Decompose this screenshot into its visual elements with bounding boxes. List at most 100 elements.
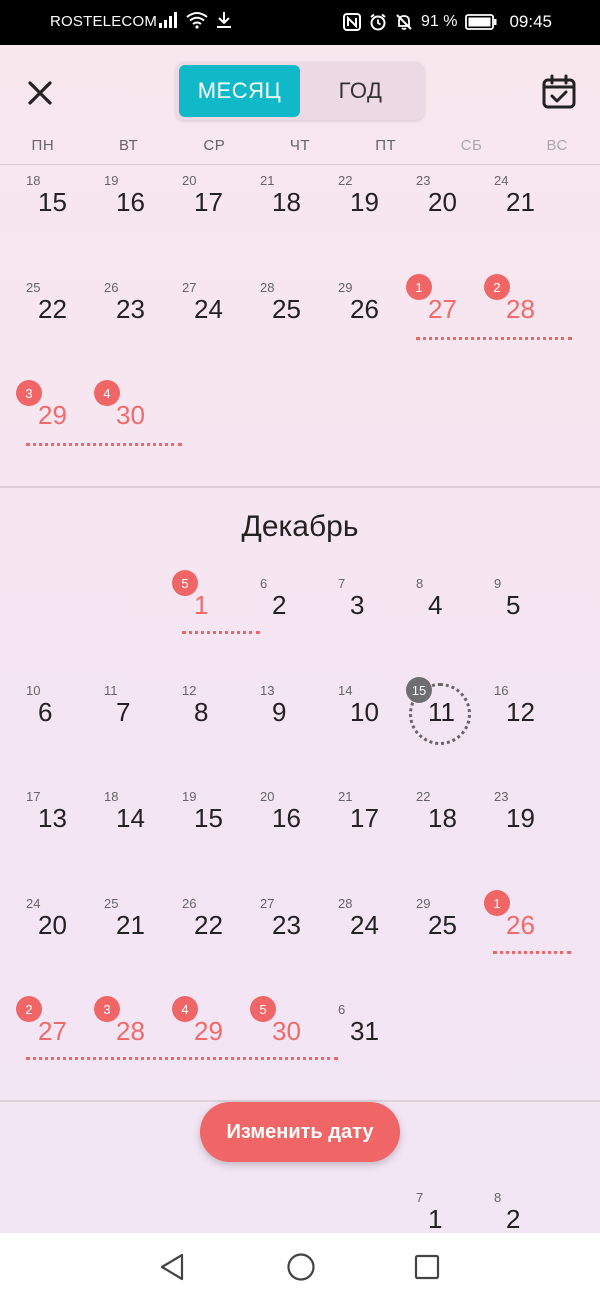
calendar-day[interactable]: 5 30 [250, 996, 328, 1076]
calendar-day[interactable]: 23 20 [406, 167, 484, 247]
day-number: 15 [194, 803, 223, 833]
day-number: 22 [38, 294, 67, 324]
day-number: 1 [194, 590, 209, 620]
download-icon [217, 12, 231, 28]
calendar-day[interactable]: 6 31 [328, 996, 406, 1076]
calendar-day[interactable]: 95 [484, 570, 562, 650]
calendar-day[interactable]: 25 21 [94, 890, 172, 970]
calendar-day[interactable]: 13 9 [250, 677, 328, 757]
cycle-day-number: 28 [338, 896, 353, 911]
cycle-day-number: 29 [416, 896, 431, 911]
calendar-day[interactable]: 25 22 [16, 274, 94, 354]
day-number: 28 [506, 294, 535, 324]
calendar-day[interactable]: 62 [250, 570, 328, 650]
calendar-day[interactable]: 2 28 [484, 274, 562, 354]
day-number: 18 [272, 187, 301, 217]
cycle-day-number: 19 [104, 173, 119, 188]
calendar-day[interactable]: 14 10 [328, 677, 406, 757]
cycle-day-number: 16 [494, 683, 509, 698]
calendar-day[interactable]: 26 23 [94, 274, 172, 354]
calendar-day[interactable]: 17 13 [16, 783, 94, 863]
day-number: 5 [506, 590, 521, 620]
day-number: 27 [38, 1016, 67, 1046]
calendar-day[interactable]: 73 [328, 570, 406, 650]
year-tab[interactable]: ГОД [300, 65, 421, 117]
cycle-day-number: 21 [260, 173, 275, 188]
view-mode-toggle: МЕСЯЦ ГОД [176, 62, 424, 120]
calendar-day[interactable]: 3 28 [94, 996, 172, 1076]
calendar-day[interactable]: 20 16 [250, 783, 328, 863]
cycle-day-number: 23 [416, 173, 431, 188]
calendar-day[interactable]: 3 29 [16, 380, 94, 460]
close-button[interactable] [22, 75, 58, 111]
calendar-day[interactable]: 21 17 [328, 783, 406, 863]
home-icon[interactable] [286, 1252, 316, 1282]
cycle-day-number: 29 [338, 280, 353, 295]
calendar-day[interactable]: 82 [484, 1184, 562, 1233]
calendar-day[interactable]: 23 19 [484, 783, 562, 863]
day-number: 2 [506, 1204, 521, 1233]
calendar-day[interactable]: 12 8 [172, 677, 250, 757]
recent-apps-icon[interactable] [414, 1254, 440, 1280]
calendar-day[interactable]: 10 6 [16, 677, 94, 757]
day-number: 22 [194, 910, 223, 940]
calendar-day[interactable]: 18 14 [94, 783, 172, 863]
day-number: 11 [428, 697, 455, 727]
calendar-day[interactable]: 28 25 [250, 274, 328, 354]
calendar-day[interactable]: 19 16 [94, 167, 172, 247]
cycle-day-number: 12 [182, 683, 197, 698]
calendar-day[interactable]: 26 22 [172, 890, 250, 970]
weekday-label: СР [203, 137, 226, 154]
cycle-day-number: 18 [26, 173, 41, 188]
calendar-day[interactable]: 18 15 [16, 167, 94, 247]
top-bar: МЕСЯЦ ГОД [0, 45, 600, 137]
calendar-day[interactable]: 19 15 [172, 783, 250, 863]
calendar-day[interactable]: 28 24 [328, 890, 406, 970]
calendar-day[interactable]: 51 [172, 570, 250, 650]
calendar-day[interactable]: 1 26 [484, 890, 562, 970]
cycle-day-number: 18 [104, 789, 119, 804]
month-title: Декабрь [241, 510, 359, 543]
change-date-button[interactable]: Изменить дату [200, 1102, 400, 1162]
calendar-day[interactable]: 4 29 [172, 996, 250, 1076]
battery-percent: 91 % [420, 13, 458, 30]
cycle-day-number: 21 [338, 789, 353, 804]
cycle-day-number: 22 [338, 173, 353, 188]
calendar-day[interactable]: 21 18 [250, 167, 328, 247]
day-number: 20 [38, 910, 67, 940]
calendar-day[interactable]: 4 30 [94, 380, 172, 460]
close-icon [28, 81, 52, 105]
day-number: 30 [272, 1016, 301, 1046]
weekday-label: ВС [546, 137, 568, 154]
calendar-day[interactable]: 20 17 [172, 167, 250, 247]
calendar-day[interactable]: 24 21 [484, 167, 562, 247]
cycle-day-number: 8 [416, 576, 424, 591]
cycle-day-number: 7 [416, 1190, 424, 1205]
calendar-day[interactable]: 27 23 [250, 890, 328, 970]
calendar-day[interactable]: 2 27 [16, 996, 94, 1076]
day-number: 19 [506, 803, 535, 833]
cycle-day-number: 27 [260, 896, 275, 911]
calendar-day[interactable]: 11 7 [94, 677, 172, 757]
day-number: 18 [428, 803, 457, 833]
calendar-day[interactable]: 22 19 [328, 167, 406, 247]
day-number: 7 [116, 697, 131, 727]
calendar-day[interactable]: 24 20 [16, 890, 94, 970]
calendar-day[interactable]: 1 27 [406, 274, 484, 354]
day-number: 16 [272, 803, 301, 833]
month-tab[interactable]: МЕСЯЦ [179, 65, 300, 117]
day-number: 19 [350, 187, 379, 217]
calendar-day[interactable]: 16 12 [484, 677, 562, 757]
calendar-check-icon [542, 74, 576, 109]
calendar-day[interactable]: 71 [406, 1184, 484, 1233]
calendar-day[interactable]: 29 26 [328, 274, 406, 354]
calendar-check-button[interactable] [540, 73, 578, 111]
calendar-day[interactable]: 27 24 [172, 274, 250, 354]
calendar-day[interactable]: 15 11 [406, 677, 484, 757]
calendar-day[interactable]: 22 18 [406, 783, 484, 863]
back-icon[interactable] [158, 1252, 186, 1282]
cycle-day-number: 13 [260, 683, 275, 698]
calendar-day[interactable]: 29 25 [406, 890, 484, 970]
calendar-day[interactable]: 84 [406, 570, 484, 650]
cycle-day-number: 25 [104, 896, 119, 911]
